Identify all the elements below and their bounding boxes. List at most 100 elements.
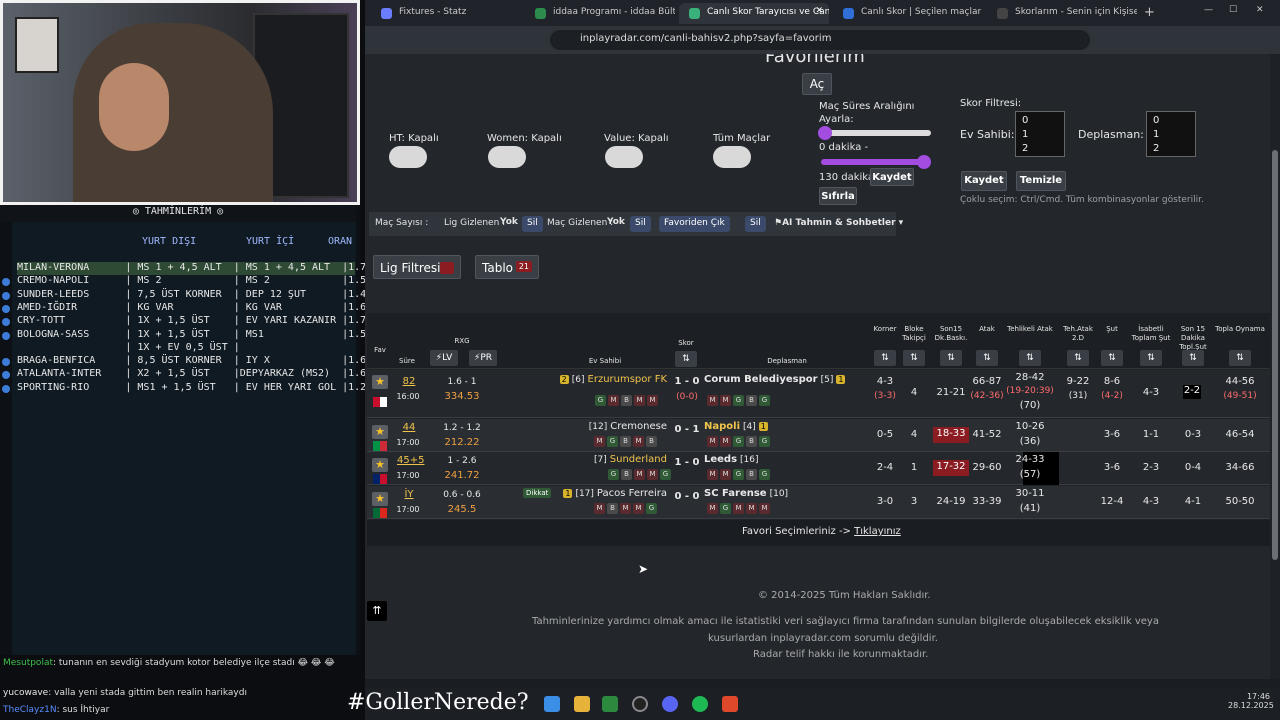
score-clear-button[interactable]: Temizle: [1016, 171, 1066, 191]
form-badge: M: [633, 436, 644, 447]
header-rxg: RXG: [454, 337, 470, 345]
time-save-button[interactable]: Kaydet: [870, 168, 914, 186]
son15sut-value: 0-4: [1184, 462, 1202, 473]
discord-icon[interactable]: [662, 696, 678, 712]
table-count-badge: 21: [515, 261, 532, 272]
sort-lv-button[interactable]: ⚡LV: [430, 350, 458, 366]
favorite-star-icon[interactable]: ★: [372, 425, 388, 439]
max-slider-knob[interactable]: [917, 155, 931, 169]
sort-pr-button[interactable]: ⚡PR: [469, 350, 497, 366]
match-minute[interactable]: İY: [397, 489, 421, 500]
sort-sut-button[interactable]: ⇅: [1101, 350, 1123, 366]
sort-tehlikeli-button[interactable]: ⇅: [1019, 350, 1041, 366]
favorite-star-icon[interactable]: ★: [372, 492, 388, 506]
rxg-value: 0.6 - 0.6: [443, 490, 481, 500]
prediction-row: ATALANTA-INTER | X2 + 1,5 ÜST |DEPYARKAZ…: [17, 368, 373, 380]
prediction-row: MILAN-VERONA | MS 1 + 4,5 ALT | MS 1 + 4…: [17, 262, 373, 275]
sort-corner-button[interactable]: ⇅: [874, 350, 896, 366]
match-minute[interactable]: 82: [397, 376, 421, 387]
home-name[interactable]: Sunderland: [610, 454, 667, 465]
all-matches-toggle[interactable]: [713, 146, 751, 168]
copyright: © 2014-2025 Tüm Hakları Saklıdır.: [758, 590, 931, 601]
league-filter-button[interactable]: Lig Filtresi: [373, 255, 461, 279]
fav-link[interactable]: Tıklayınız: [854, 526, 901, 537]
form-badge: G: [595, 395, 606, 406]
match-score: 1 - 0: [674, 457, 700, 468]
home-score-select[interactable]: 012: [1015, 111, 1065, 157]
close-tab-icon[interactable]: ✕: [815, 6, 823, 16]
match-delete-button[interactable]: Sil: [630, 216, 651, 232]
away-name[interactable]: SC Farense: [704, 488, 767, 499]
time-reset-button[interactable]: Sıfırla: [819, 187, 857, 205]
col-home-header: YURT İÇİ: [246, 236, 295, 247]
sort-blok-button[interactable]: ⇅: [903, 350, 925, 366]
prediction-row: SPORTING-RIO | MS1 + 1,5 ÜST | EV HER YA…: [17, 381, 373, 393]
sort-son15-button[interactable]: ⇅: [940, 350, 962, 366]
form-badge: B: [646, 436, 657, 447]
open-button[interactable]: Aç: [802, 73, 832, 95]
url-field[interactable]: inplayradar.com/canli-bahisv2.php?sayfa=…: [550, 30, 1090, 50]
atak-value: 29-60: [972, 462, 1002, 473]
sort-score-button[interactable]: ⇅: [675, 351, 697, 367]
min-label: 0 dakika -: [819, 142, 869, 153]
value-toggle[interactable]: [605, 146, 643, 168]
new-tab-button[interactable]: +: [1140, 3, 1160, 24]
tab-canli-skor-secilen[interactable]: Canlı Skor | Seçilen maçlar için ca: [833, 3, 983, 24]
away-score-select[interactable]: 012: [1146, 111, 1196, 157]
tab-skorlarim[interactable]: Skorlarım - Senin için Kişiselleştir: [987, 3, 1137, 24]
remove-favorite-button[interactable]: Favoriden Çık: [659, 216, 730, 232]
sort-isabetli-button[interactable]: ⇅: [1140, 350, 1162, 366]
table-button[interactable]: Tablo 21: [475, 255, 539, 279]
files-icon[interactable]: [574, 696, 590, 712]
women-toggle[interactable]: [488, 146, 526, 168]
tab-fixtures[interactable]: Fixtures - Statz: [371, 3, 521, 24]
sort-atak-button[interactable]: ⇅: [976, 350, 998, 366]
home-name[interactable]: Erzurumspor FK: [588, 374, 667, 385]
home-name[interactable]: Cremonese: [610, 421, 667, 432]
home-name[interactable]: Pacos Ferreira: [597, 488, 667, 499]
app-icon[interactable]: [602, 696, 618, 712]
min-slider-track[interactable]: [821, 130, 931, 136]
blok-value: 4: [910, 387, 918, 398]
prediction-row: AMED-IĞDIR | KG VAR | KG VAR |1.64: [17, 301, 373, 313]
ai-chat-menu[interactable]: ⚑AI Tahmin & Sohbetler ▾: [774, 218, 903, 228]
spotify-icon[interactable]: [692, 696, 708, 712]
obs-icon[interactable]: [632, 696, 648, 712]
away-name[interactable]: Corum Belediyespor: [704, 374, 818, 385]
brave-icon[interactable]: [722, 696, 738, 712]
header-son15: Son15 Dk.Baskı.: [934, 325, 968, 342]
sut-value: 3-6: [1103, 429, 1121, 440]
away-name[interactable]: Napoli: [704, 421, 740, 432]
match-minute[interactable]: 45+5: [397, 455, 424, 466]
min-slider-knob[interactable]: [818, 126, 832, 140]
close-window-button[interactable]: ✕: [1250, 3, 1274, 24]
match-hidden-value: Yok: [607, 217, 625, 227]
form-badge: G: [660, 469, 671, 480]
sort-tehatak-button[interactable]: ⇅: [1067, 350, 1089, 366]
header-son15sut: Son 15 Dakika Topl.Şut: [1179, 325, 1207, 351]
tab-canli-skor[interactable]: Canlı Skor Tarayıcısı ve Canlı S✕: [679, 3, 829, 24]
form-badge: M: [720, 436, 731, 447]
sort-topla-button[interactable]: ⇅: [1229, 350, 1251, 366]
score-save-button[interactable]: Kaydet: [961, 171, 1007, 191]
sort-son15sut-button[interactable]: ⇅: [1182, 350, 1204, 366]
scroll-top-button[interactable]: ⇈: [367, 601, 387, 621]
form-badge: B: [620, 436, 631, 447]
favorite-star-icon[interactable]: ★: [372, 458, 388, 472]
match-minute[interactable]: 44: [397, 422, 421, 433]
tab-iddaa[interactable]: iddaa Programı - iddaa Bülteni | id: [525, 3, 675, 24]
maximize-button[interactable]: ☐: [1225, 3, 1245, 24]
ht-toggle[interactable]: [389, 146, 427, 168]
minimize-button[interactable]: —: [1200, 3, 1220, 24]
favorite-delete-button[interactable]: Sil: [745, 216, 766, 232]
away-name[interactable]: Leeds: [704, 454, 737, 465]
favorite-star-icon[interactable]: ★: [372, 375, 388, 389]
bullet-icon: [2, 384, 10, 393]
start-icon[interactable]: [544, 696, 560, 712]
league-delete-button[interactable]: Sil: [522, 216, 543, 232]
score-filter-label: Skor Filtresi:: [960, 98, 1022, 109]
scrollbar-thumb[interactable]: [1272, 150, 1278, 560]
bullet-icon: [2, 331, 10, 340]
max-slider-track[interactable]: [821, 159, 927, 165]
form-badge: G: [733, 436, 744, 447]
